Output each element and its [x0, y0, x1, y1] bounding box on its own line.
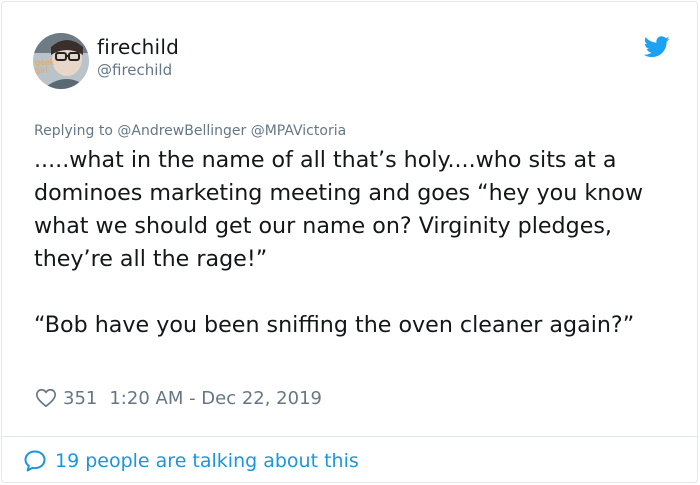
mention-link[interactable]: @AndrewBellinger	[117, 123, 246, 139]
avatar[interactable]: geek girl	[33, 33, 89, 89]
divider	[1, 436, 698, 437]
like-count: 351	[63, 387, 98, 409]
mention-link[interactable]: @MPAVictoria	[251, 123, 346, 139]
replying-to-label: Replying to	[34, 123, 113, 139]
conversation-count: 19 people are talking about this	[55, 450, 359, 472]
replying-to: Replying to @AndrewBellinger @MPAVictori…	[34, 123, 346, 139]
twitter-bird-icon[interactable]	[644, 36, 670, 58]
user-handle[interactable]: @firechild	[97, 61, 172, 79]
speech-bubble-icon	[24, 450, 46, 472]
tweet-card: geek girl firechild @firechild Replying …	[1, 1, 698, 483]
heart-icon[interactable]	[35, 387, 57, 409]
avatar-caption: geek girl	[35, 58, 55, 75]
tweet-text: .....what in the name of all that’s holy…	[34, 147, 643, 338]
tweet-timestamp[interactable]: 1:20 AM - Dec 22, 2019	[109, 388, 322, 409]
conversation-link[interactable]: 19 people are talking about this	[23, 447, 359, 475]
display-name[interactable]: firechild	[97, 35, 179, 59]
tweet-meta: 351 1:20 AM - Dec 22, 2019	[35, 385, 322, 411]
